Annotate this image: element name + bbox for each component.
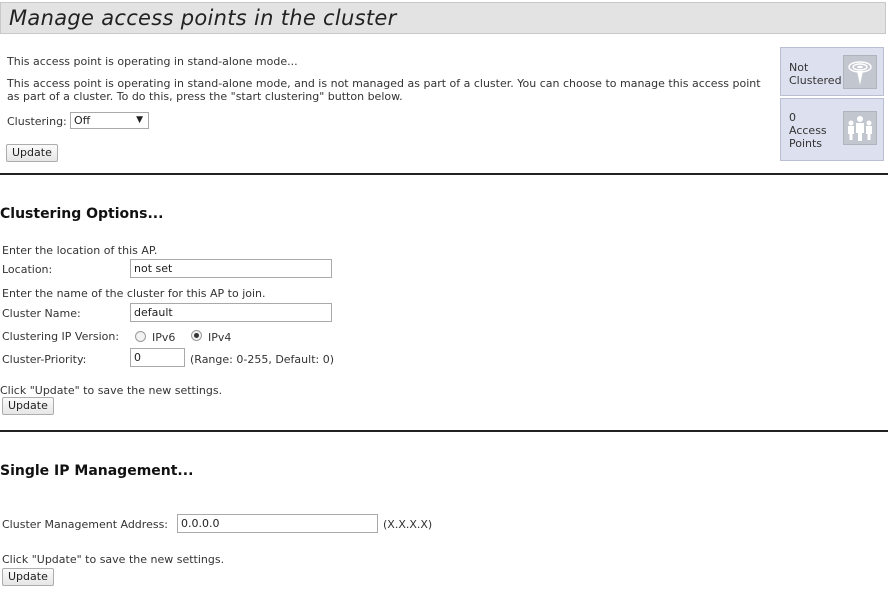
people-icon [843, 111, 877, 145]
mode-description: This access point is operating in stand-… [7, 77, 761, 103]
clustering-select[interactable]: Off ▼ [70, 112, 149, 129]
single-ip-save-hint: Click "Update" to save the new settings. [2, 553, 225, 566]
section-divider [0, 430, 888, 432]
cluster-state-text: Not Clustered [789, 61, 842, 87]
address-format-hint: (X.X.X.X) [383, 518, 433, 531]
cluster-name-hint: Enter the name of the cluster for this A… [2, 287, 266, 300]
options-update-button[interactable]: Update [2, 397, 54, 415]
priority-range-hint: (Range: 0-255, Default: 0) [190, 353, 334, 366]
short-status-text: This access point is operating in stand-… [7, 55, 298, 68]
ap-count: 0 [789, 111, 796, 124]
ipv4-radio[interactable] [191, 330, 202, 341]
management-address-label: Cluster Management Address: [2, 518, 169, 531]
clustering-select-value: Off [74, 114, 91, 127]
cluster-status-box: Not Clustered [780, 47, 884, 96]
options-save-hint: Click "Update" to save the new settings. [0, 384, 223, 397]
page-title: Manage access points in the cluster [9, 6, 397, 30]
single-ip-heading: Single IP Management... [0, 463, 194, 479]
page-title-bar: Manage access points in the cluster [0, 2, 886, 34]
ipv6-radio[interactable] [135, 331, 146, 342]
section-divider [0, 173, 888, 175]
location-hint: Enter the location of this AP. [2, 244, 158, 257]
cluster-name-input[interactable]: default [130, 303, 332, 322]
location-label: Location: [2, 263, 53, 276]
clustering-update-button[interactable]: Update [6, 144, 58, 162]
cluster-name-label: Cluster Name: [2, 307, 81, 320]
single-ip-update-button[interactable]: Update [2, 568, 54, 586]
priority-input[interactable]: 0 [130, 348, 185, 367]
ipv4-radio-label: IPv4 [208, 331, 232, 344]
antenna-icon [843, 55, 877, 89]
dropdown-arrow-icon: ▼ [136, 115, 143, 125]
ip-version-label: Clustering IP Version: [2, 330, 120, 343]
access-points-box: 0 Access Points [780, 98, 884, 161]
management-address-input[interactable]: 0.0.0.0 [177, 514, 378, 533]
clustering-options-heading: Clustering Options... [0, 206, 164, 222]
location-input[interactable]: not set [130, 259, 332, 278]
ipv6-radio-label: IPv6 [152, 331, 176, 344]
priority-label: Cluster-Priority: [2, 353, 87, 366]
ap-count-label: Access Points [789, 124, 827, 150]
clustering-label: Clustering: [7, 115, 67, 128]
